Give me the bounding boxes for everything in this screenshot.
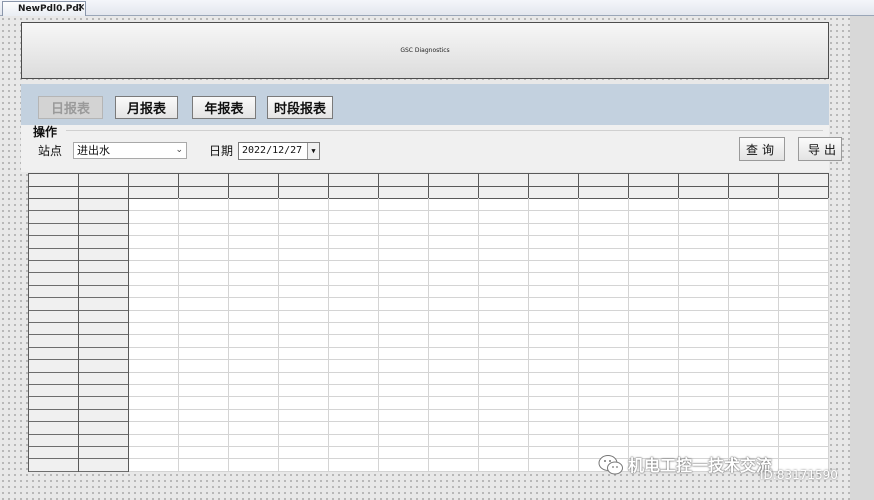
- monthly-report-button[interactable]: 月报表: [115, 96, 178, 119]
- date-label: 日期: [209, 144, 234, 158]
- canvas-right-margin: [850, 16, 874, 500]
- watermark: 机电工控一技术交流 ID:83171590: [598, 452, 858, 482]
- report-type-bar: 日报表 月报表 年报表 时段报表: [21, 84, 829, 125]
- operation-divider: [66, 130, 823, 131]
- date-picker-value: 2022/12/27: [242, 145, 303, 156]
- operation-panel: 操作 站点 进出水 ⌄ 日期 2022/12/27 ▼ 查询 导出: [21, 125, 842, 172]
- dropdown-arrow-icon[interactable]: ▼: [307, 143, 319, 159]
- close-icon[interactable]: ×: [77, 2, 85, 13]
- banner-title: GSC Diagnostics: [400, 47, 450, 54]
- document-tab-title: NewPdl0.Pdl: [18, 4, 82, 14]
- chevron-down-icon: ⌄: [175, 145, 183, 155]
- document-tab[interactable]: NewPdl0.Pdl ×: [2, 1, 86, 16]
- period-report-button[interactable]: 时段报表: [267, 96, 333, 119]
- station-label: 站点: [38, 144, 63, 158]
- wechat-icon: [598, 455, 623, 475]
- station-select[interactable]: 进出水 ⌄: [73, 142, 187, 159]
- station-select-value: 进出水: [77, 144, 110, 157]
- operation-title: 操作: [33, 125, 58, 139]
- report-table[interactable]: [28, 173, 829, 472]
- watermark-text: 机电工控一技术交流: [628, 456, 773, 475]
- daily-report-button[interactable]: 日报表: [38, 96, 103, 119]
- header-banner: GSC Diagnostics: [21, 22, 829, 79]
- date-picker[interactable]: 2022/12/27 ▼: [238, 142, 320, 160]
- query-button[interactable]: 查询: [739, 137, 785, 161]
- watermark-id: ID:83171590: [760, 468, 838, 482]
- yearly-report-button[interactable]: 年报表: [192, 96, 256, 119]
- export-button[interactable]: 导出: [798, 137, 842, 161]
- document-tab-strip: NewPdl0.Pdl ×: [0, 0, 874, 16]
